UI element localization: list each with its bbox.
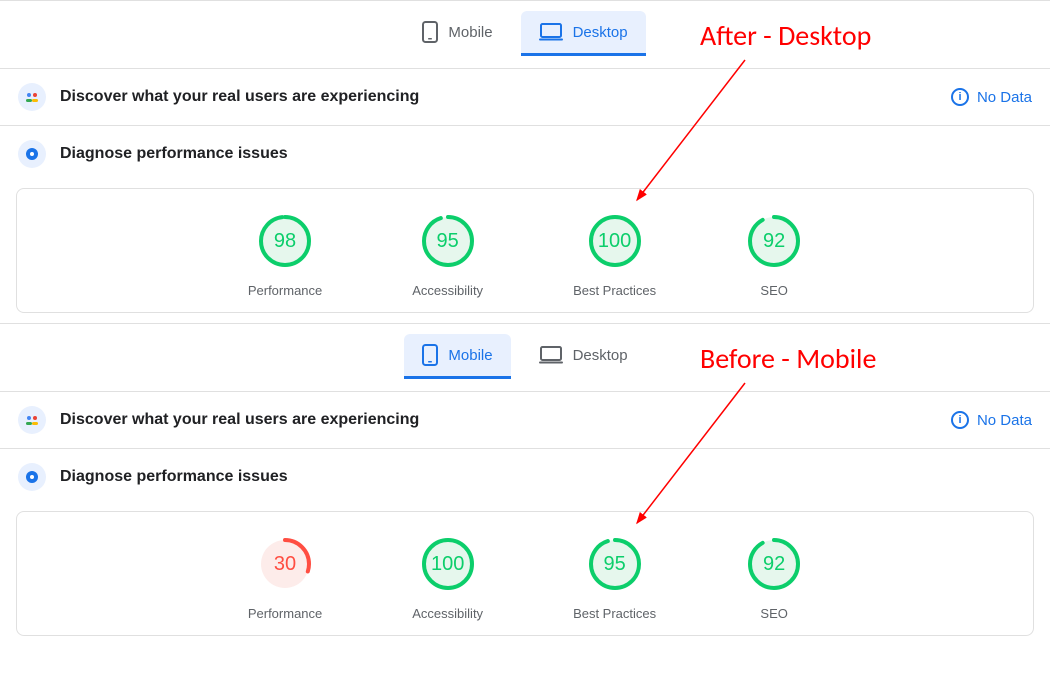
- score-best-practices[interactable]: 100 Best Practices: [573, 213, 656, 298]
- no-data-link[interactable]: i No Data: [951, 411, 1032, 429]
- score-label: Performance: [248, 606, 322, 621]
- gauge: 92: [746, 213, 802, 269]
- scores-row: 98 Performance 95 Accessibility 100 Best…: [17, 213, 1033, 298]
- score-performance[interactable]: 98 Performance: [248, 213, 322, 298]
- scores-card-before: 30 Performance 100 Accessibility 95 Best…: [16, 511, 1034, 636]
- score-label: Performance: [248, 283, 322, 298]
- users-icon: [18, 406, 46, 434]
- gauge: 95: [420, 213, 476, 269]
- tab-desktop[interactable]: Desktop: [521, 11, 646, 56]
- gauge-icon: [18, 463, 46, 491]
- score-label: Best Practices: [573, 606, 656, 621]
- score-seo[interactable]: 92 SEO: [746, 536, 802, 621]
- panel-after-desktop: Mobile Desktop Discover what your real u…: [0, 0, 1050, 323]
- tab-desktop[interactable]: Desktop: [521, 334, 646, 379]
- tab-label: Desktop: [573, 24, 628, 41]
- score-value: 98: [257, 213, 313, 269]
- tab-label: Mobile: [448, 347, 492, 364]
- score-accessibility[interactable]: 100 Accessibility: [412, 536, 483, 621]
- device-tabs: Mobile Desktop: [0, 323, 1050, 391]
- device-tabs: Mobile Desktop: [0, 0, 1050, 68]
- score-value: 92: [746, 536, 802, 592]
- tab-label: Mobile: [448, 24, 492, 41]
- users-icon: [18, 83, 46, 111]
- score-value: 95: [420, 213, 476, 269]
- desktop-icon: [539, 23, 563, 41]
- gauge: 100: [420, 536, 476, 592]
- score-label: SEO: [760, 283, 787, 298]
- score-value: 100: [587, 213, 643, 269]
- discover-section-header: Discover what your real users are experi…: [0, 391, 1050, 448]
- score-label: Accessibility: [412, 283, 483, 298]
- phone-icon: [422, 21, 438, 43]
- score-value: 92: [746, 213, 802, 269]
- tab-mobile[interactable]: Mobile: [404, 11, 510, 56]
- no-data-link[interactable]: i No Data: [951, 88, 1032, 106]
- score-label: Accessibility: [412, 606, 483, 621]
- gauge: 92: [746, 536, 802, 592]
- desktop-icon: [539, 346, 563, 364]
- score-best-practices[interactable]: 95 Best Practices: [573, 536, 656, 621]
- info-icon: i: [951, 411, 969, 429]
- discover-title: Discover what your real users are experi…: [60, 411, 419, 429]
- no-data-label: No Data: [977, 412, 1032, 429]
- panel-before-mobile: Mobile Desktop Discover what your real u…: [0, 323, 1050, 646]
- diagnose-section-header: Diagnose performance issues: [0, 125, 1050, 182]
- gauge: 95: [587, 536, 643, 592]
- diagnose-section-header: Diagnose performance issues: [0, 448, 1050, 505]
- score-performance[interactable]: 30 Performance: [248, 536, 322, 621]
- scores-card-after: 98 Performance 95 Accessibility 100 Best…: [16, 188, 1034, 313]
- scores-row: 30 Performance 100 Accessibility 95 Best…: [17, 536, 1033, 621]
- diagnose-title: Diagnose performance issues: [60, 145, 288, 163]
- diagnose-title: Diagnose performance issues: [60, 468, 288, 486]
- no-data-label: No Data: [977, 89, 1032, 106]
- info-icon: i: [951, 88, 969, 106]
- discover-title: Discover what your real users are experi…: [60, 88, 419, 106]
- gauge: 98: [257, 213, 313, 269]
- gauge: 100: [587, 213, 643, 269]
- score-label: Best Practices: [573, 283, 656, 298]
- score-value: 95: [587, 536, 643, 592]
- score-value: 100: [420, 536, 476, 592]
- score-label: SEO: [760, 606, 787, 621]
- tab-label: Desktop: [573, 347, 628, 364]
- score-accessibility[interactable]: 95 Accessibility: [412, 213, 483, 298]
- phone-icon: [422, 344, 438, 366]
- score-value: 30: [257, 536, 313, 592]
- gauge: 30: [257, 536, 313, 592]
- gauge-icon: [18, 140, 46, 168]
- score-seo[interactable]: 92 SEO: [746, 213, 802, 298]
- tab-mobile[interactable]: Mobile: [404, 334, 510, 379]
- discover-section-header: Discover what your real users are experi…: [0, 68, 1050, 125]
